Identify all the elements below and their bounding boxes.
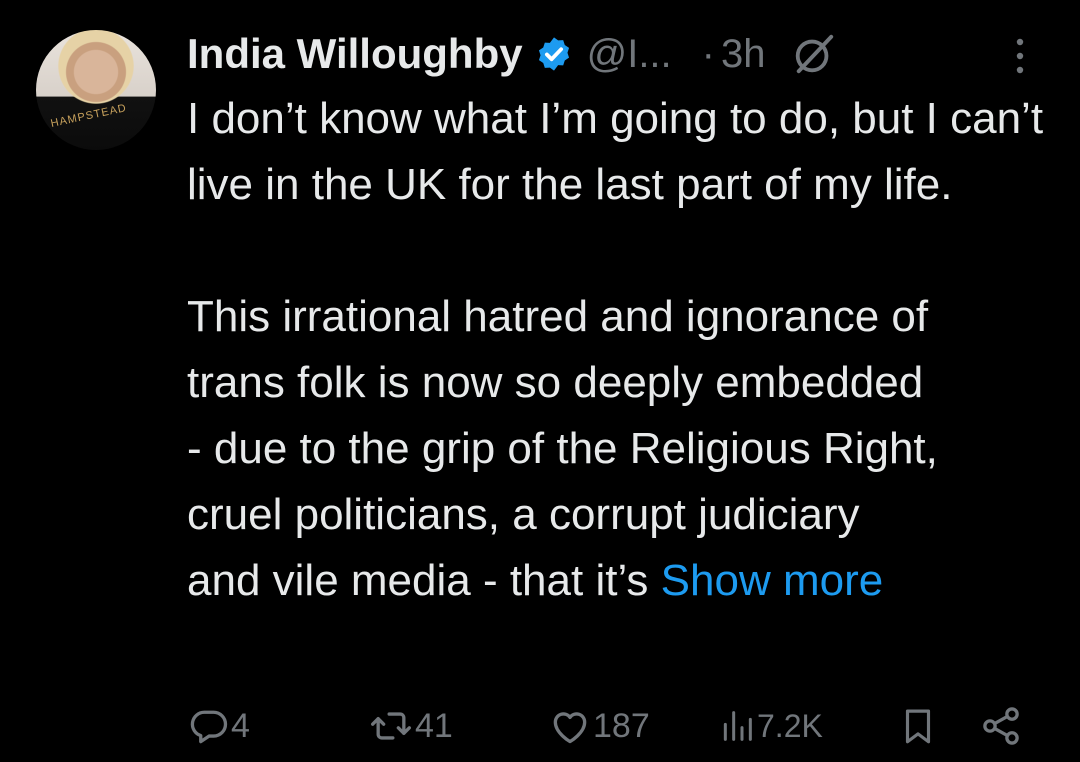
author-handle[interactable]: @I...	[587, 32, 672, 77]
repost-count: 41	[415, 706, 453, 745]
author-name[interactable]: India Willoughby	[187, 30, 523, 78]
bookmark-button[interactable]	[897, 700, 939, 752]
verified-badge-icon[interactable]	[535, 35, 573, 73]
avatar[interactable]: HAMPSTEAD	[36, 30, 156, 150]
more-icon[interactable]	[1010, 36, 1030, 76]
tweet-line: - due to the grip of the Religious Right…	[187, 424, 938, 473]
tweet-text: I don’t know what I’m going to do, but I…	[187, 86, 1067, 614]
reply-button[interactable]: 4	[187, 700, 250, 752]
show-more-link[interactable]: Show more	[661, 556, 884, 605]
tweet-line: This irrational hatred and ignorance of	[187, 292, 929, 341]
views-icon	[723, 711, 752, 741]
like-button[interactable]: 187	[547, 700, 650, 752]
tweet-line: and vile media - that it’s	[187, 556, 661, 605]
views-button[interactable]: 7.2K	[717, 700, 823, 752]
tweet-paragraph-2: This irrational hatred and ignorance of …	[187, 284, 1067, 614]
tweet-header: India Willoughby @I... · 3h	[187, 24, 1047, 84]
reply-icon	[190, 710, 228, 744]
tweet-paragraph-1: I don’t know what I’m going to do, but I…	[187, 94, 1044, 209]
share-button[interactable]	[979, 700, 1023, 752]
bookmark-icon	[905, 709, 931, 744]
grok-icon[interactable]	[791, 31, 837, 77]
share-icon	[983, 707, 1019, 745]
like-icon	[553, 712, 587, 744]
like-count: 187	[593, 706, 650, 745]
reply-count: 4	[231, 706, 250, 745]
tweet-actions: 4 41 187 7.2K	[187, 700, 1047, 752]
repost-button[interactable]: 41	[367, 700, 453, 752]
tweet-line: cruel politicians, a corrupt judiciary	[187, 490, 860, 539]
tweet-time[interactable]: 3h	[721, 32, 766, 77]
views-count: 7.2K	[757, 707, 823, 744]
separator-dot: ·	[701, 31, 715, 76]
repost-icon	[371, 712, 411, 740]
tweet-line: trans folk is now so deeply embedded	[187, 358, 924, 407]
avatar-shirt-text: HAMPSTEAD	[49, 102, 128, 130]
